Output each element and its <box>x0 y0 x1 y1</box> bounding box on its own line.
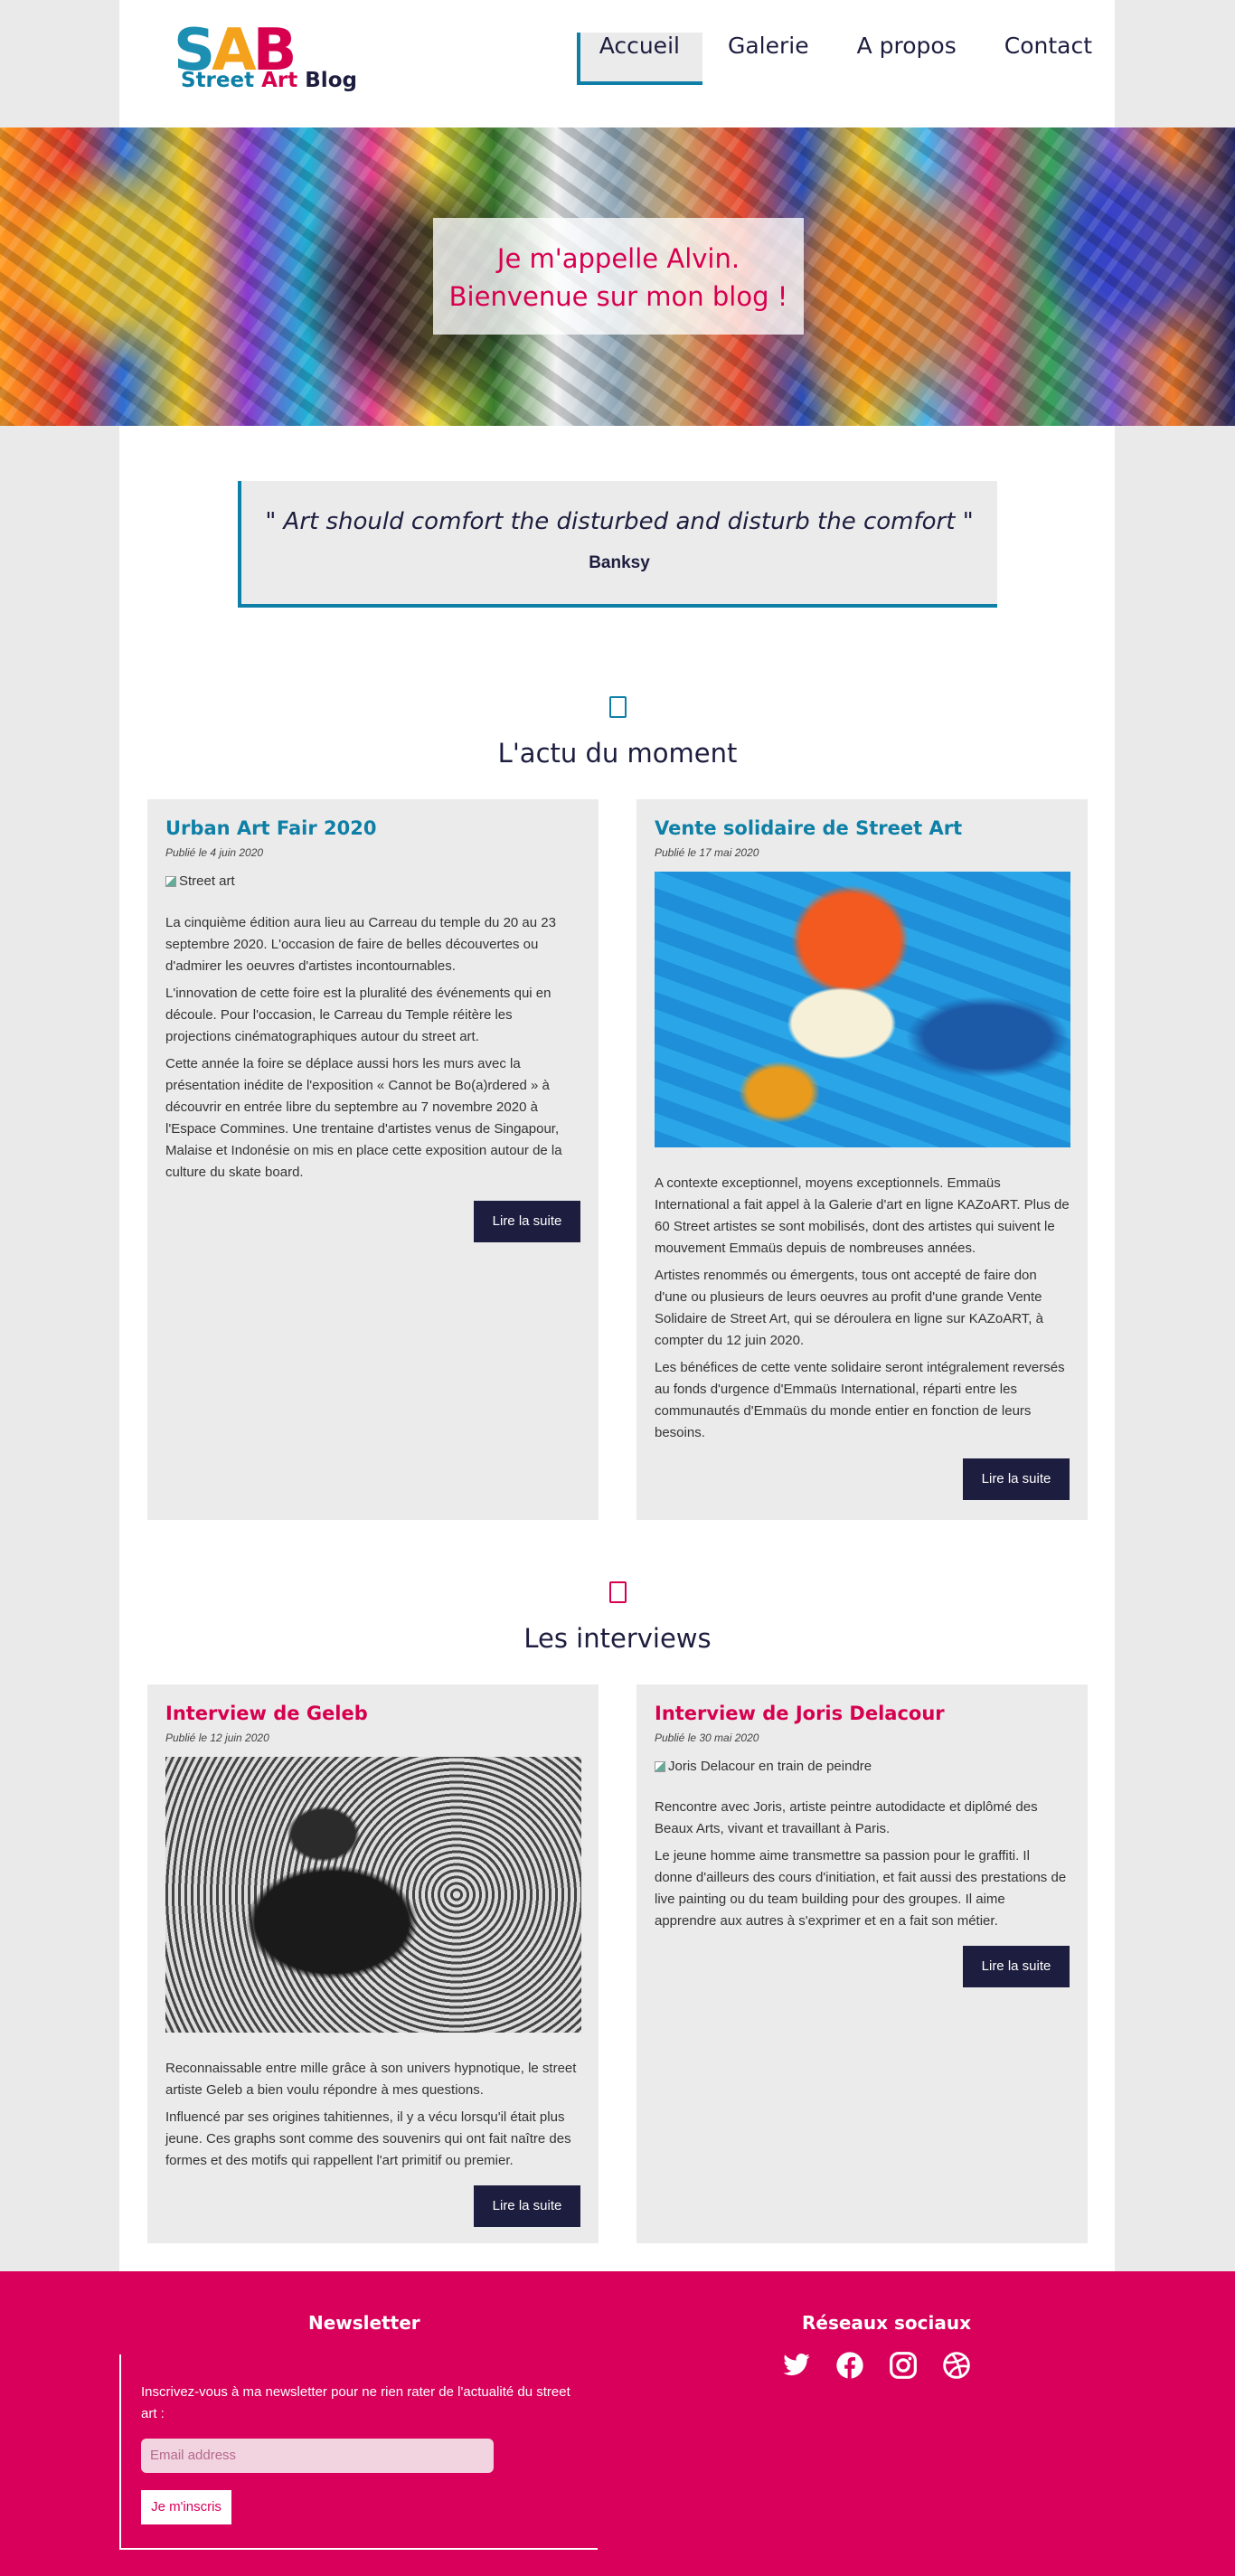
email-field[interactable]: Email address <box>141 2439 494 2473</box>
broken-image-icon <box>655 1760 665 1772</box>
article-title[interactable]: Vente solidaire de Street Art <box>655 817 962 839</box>
social-title: Réseaux sociaux <box>802 2312 972 2334</box>
hero-line-1: Je m'appelle Alvin. <box>496 243 740 274</box>
interview-paragraph: Reconnaissable entre mille grâce à son u… <box>165 2061 577 2098</box>
quote-text: " Art should comfort the disturbed and d… <box>265 508 974 535</box>
article-body: A contexte exceptionnel, moyens exceptio… <box>655 1173 1070 1449</box>
read-more-button[interactable]: Lire la suite <box>963 1946 1070 1987</box>
subscribe-button[interactable]: Je m'inscris <box>141 2490 231 2524</box>
hero-welcome-box: Je m'appelle Alvin. Bienvenue sur mon bl… <box>433 218 804 335</box>
interview-date: Publié le 12 juin 2020 <box>165 1731 269 1744</box>
logo-tagline: Street Art Blog <box>181 69 357 92</box>
site-logo[interactable]: SAB Street Art Blog <box>174 22 357 103</box>
interviews-section-icon <box>609 1581 627 1603</box>
article-date: Publié le 17 mai 2020 <box>655 846 759 859</box>
nav-galerie[interactable]: Galerie <box>705 33 832 85</box>
interview-title[interactable]: Interview de Geleb <box>165 1703 368 1724</box>
newsletter-text: Inscrivez-vous à ma newsletter pour ne r… <box>141 2384 570 2421</box>
street-art-mural-image <box>655 872 1070 1147</box>
article-paragraph: Cette année la foire se déplace aussi ho… <box>165 1056 562 1180</box>
site-header: SAB Street Art Blog Accueil Galerie A pr… <box>119 0 1115 127</box>
interview-card: Interview de Joris Delacour Publié le 30… <box>636 1684 1088 2243</box>
nav-accueil[interactable]: Accueil <box>576 33 702 85</box>
dribbble-icon[interactable] <box>942 2351 971 2380</box>
instagram-icon[interactable] <box>889 2351 918 2380</box>
artist-painting-photo <box>165 1757 581 2033</box>
read-more-button[interactable]: Lire la suite <box>474 2185 580 2227</box>
main-nav: Accueil Galerie A propos Contact <box>574 33 1115 85</box>
article-paragraph: Artistes renommés ou émergents, tous ont… <box>655 1268 1043 1348</box>
article-title[interactable]: Urban Art Fair 2020 <box>165 817 376 839</box>
nav-a-propos[interactable]: A propos <box>834 33 979 85</box>
article-body: La cinquième édition aura lieu au Carrea… <box>165 912 581 1189</box>
article-paragraph: Les bénéfices de cette vente solidaire s… <box>655 1360 1065 1440</box>
article-card: Vente solidaire de Street Art Publié le … <box>636 799 1088 1520</box>
hero-line-2: Bienvenue sur mon blog ! <box>448 281 788 313</box>
article-paragraph: A contexte exceptionnel, moyens exceptio… <box>655 1175 1070 1256</box>
interview-paragraph: Rencontre avec Joris, artiste peintre au… <box>655 1799 1038 1836</box>
twitter-icon[interactable] <box>782 2351 811 2380</box>
interview-body: Rencontre avec Joris, artiste peintre au… <box>655 1797 1070 1938</box>
read-more-button[interactable]: Lire la suite <box>963 1458 1070 1500</box>
quote-block: " Art should comfort the disturbed and d… <box>238 481 997 608</box>
article-date: Publié le 4 juin 2020 <box>165 846 264 859</box>
broken-image: Street art <box>165 873 235 889</box>
interview-body: Reconnaissable entre mille grâce à son u… <box>165 2058 581 2177</box>
article-paragraph: L'innovation de cette foire est la plura… <box>165 986 552 1044</box>
newsletter-box: Inscrivez-vous à ma newsletter pour ne r… <box>119 2354 598 2550</box>
interview-paragraph: Influencé par ses origines tahitiennes, … <box>165 2109 571 2168</box>
nav-contact[interactable]: Contact <box>982 33 1115 85</box>
interview-paragraph: Le jeune homme aime transmettre sa passi… <box>655 1848 1067 1929</box>
interview-card: Interview de Geleb Publié le 12 juin 202… <box>147 1684 599 2243</box>
hero-banner: Je m'appelle Alvin. Bienvenue sur mon bl… <box>0 127 1235 426</box>
newsletter-title: Newsletter <box>308 2312 420 2334</box>
interview-date: Publié le 30 mai 2020 <box>655 1731 759 1744</box>
image-alt-text: Joris Delacour en train de peindre <box>668 1759 872 1774</box>
news-section-title: L'actu du moment <box>497 738 738 769</box>
broken-image: Joris Delacour en train de peindre <box>655 1759 872 1774</box>
broken-image-icon <box>165 875 176 887</box>
article-card: Urban Art Fair 2020 Publié le 4 juin 202… <box>147 799 599 1520</box>
interviews-section-title: Les interviews <box>523 1623 712 1654</box>
interview-title[interactable]: Interview de Joris Delacour <box>655 1703 945 1724</box>
article-paragraph: La cinquième édition aura lieu au Carrea… <box>165 915 556 974</box>
image-alt-text: Street art <box>179 873 235 889</box>
news-section-icon <box>609 696 627 718</box>
facebook-icon[interactable] <box>835 2351 864 2380</box>
quote-author: Banksy <box>589 553 650 572</box>
read-more-button[interactable]: Lire la suite <box>474 1201 580 1242</box>
site-footer: Newsletter Inscrivez-vous à ma newslette… <box>0 2271 1235 2576</box>
